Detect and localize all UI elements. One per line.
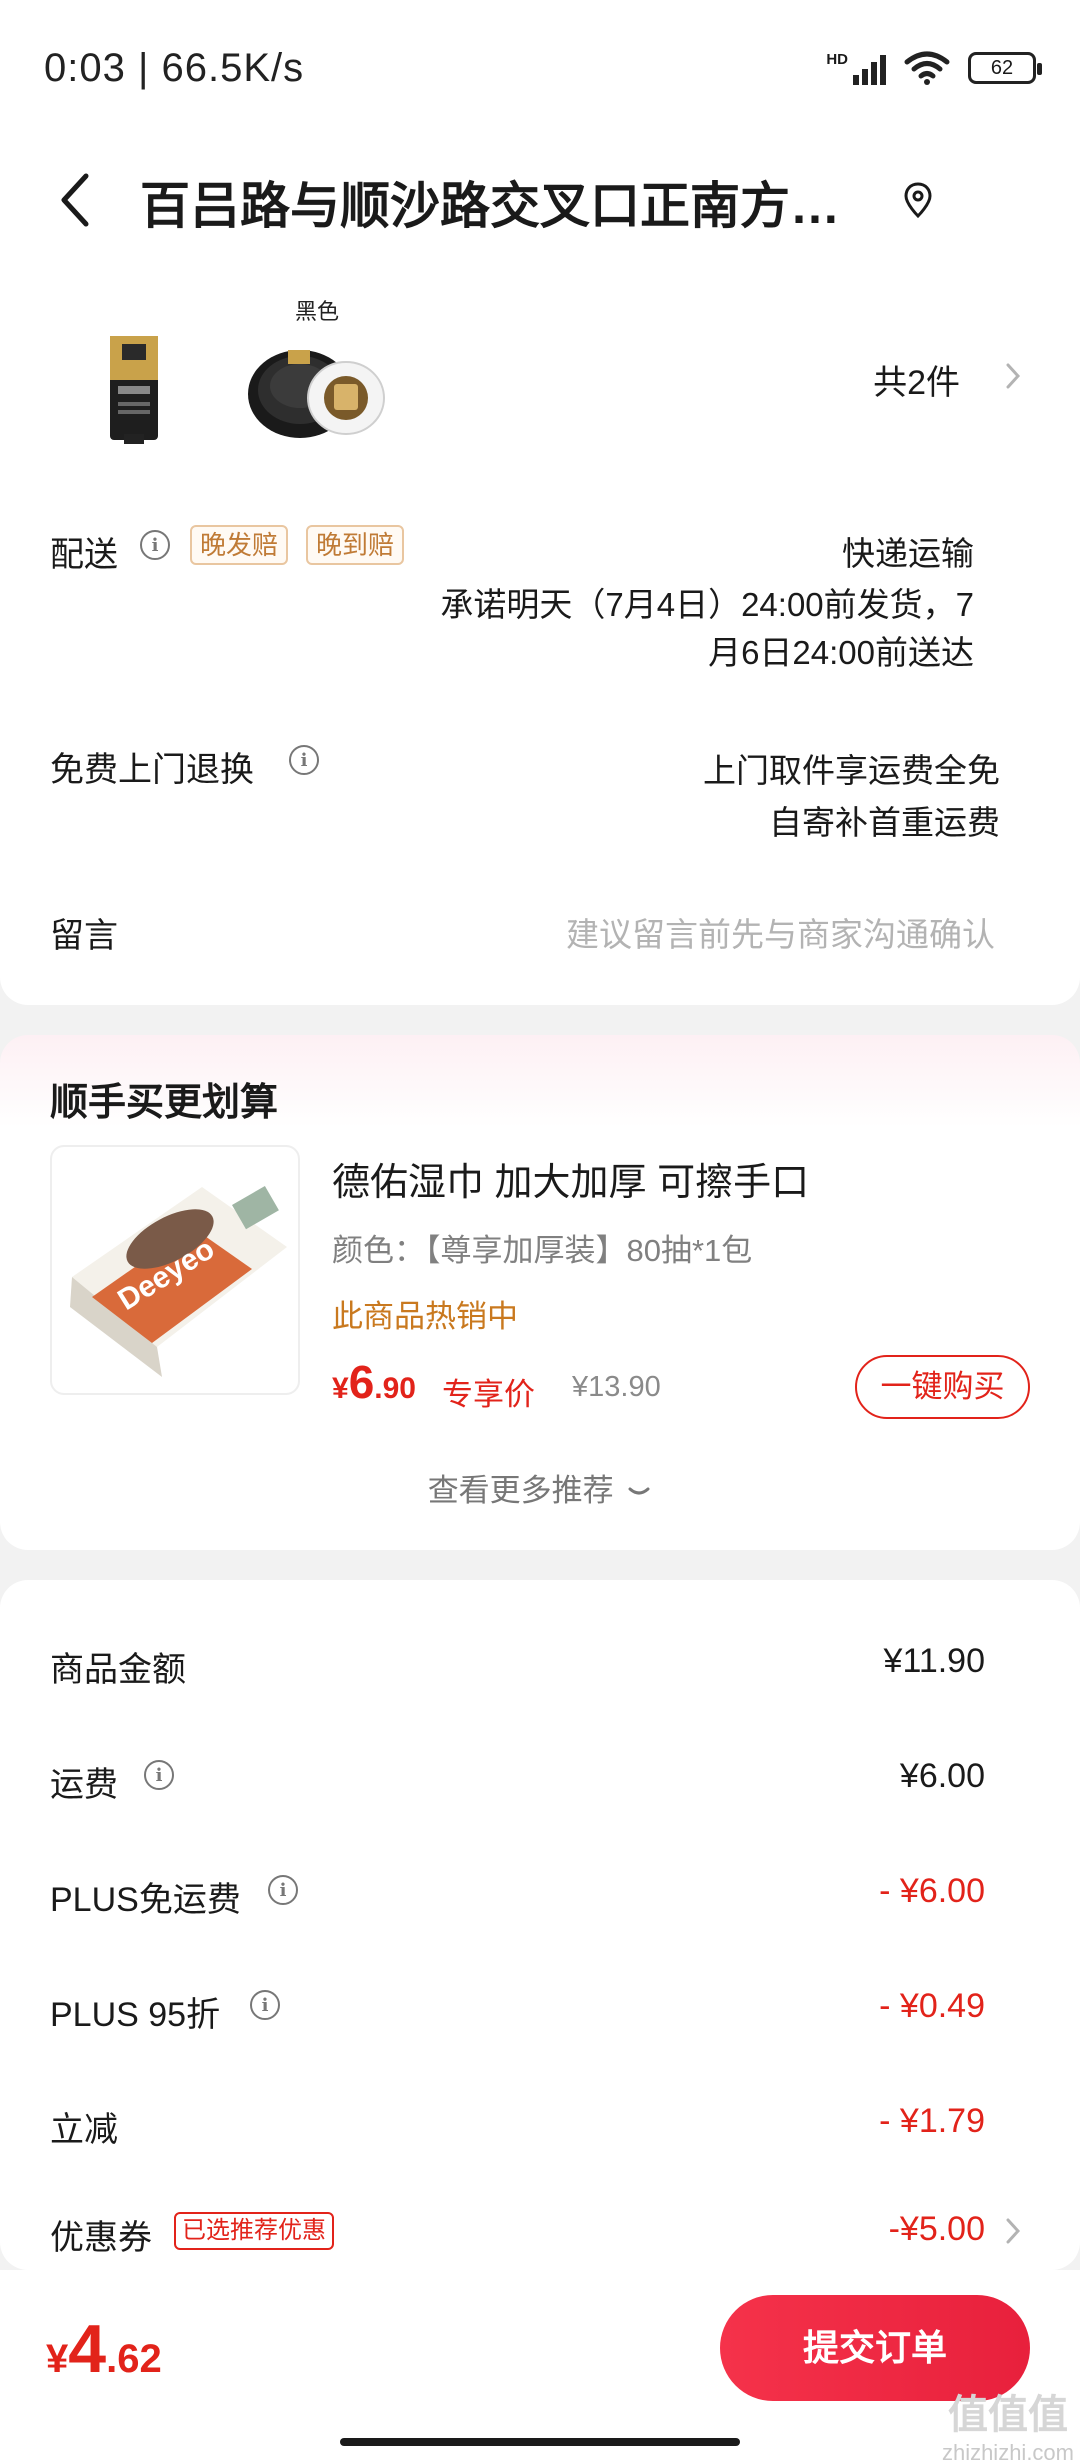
- original-price: ¥13.90: [572, 1371, 661, 1403]
- product-thumbnail-shoe-cream-tube[interactable]: [60, 312, 210, 462]
- delivery-info-icon[interactable]: i: [140, 530, 170, 560]
- free-return-label: 免费上门退换: [50, 751, 254, 789]
- delivery-label: 配送: [50, 536, 118, 574]
- delivery-address[interactable]: 百吕路与顺沙路交叉口正南方…: [140, 166, 860, 238]
- item-count[interactable]: 共2件: [873, 355, 960, 404]
- view-more-label: 查看更多推荐: [427, 1473, 614, 1508]
- coupon-label: 优惠券: [50, 2219, 152, 2257]
- price-summary-card: 商品金额 ¥11.90 运费 i ¥6.00 PLUS免运费 i - ¥6.00…: [0, 1580, 1080, 2270]
- battery-icon: 62: [968, 52, 1042, 84]
- free-return-line1: 上门取件享运费全免: [703, 752, 1000, 789]
- exclusive-price-label: 专享价: [442, 1377, 535, 1412]
- message-label: 留言: [50, 917, 118, 955]
- recommended-product-name[interactable]: 德佑湿巾 加大加厚 可擦手口: [332, 1151, 809, 1206]
- status-icons: HD 62: [826, 48, 1042, 88]
- plus-discount-label: PLUS 95折: [50, 1996, 221, 2034]
- hot-selling-label: 此商品热销中: [332, 1299, 518, 1334]
- location-pin-icon[interactable]: [902, 180, 934, 220]
- product-image-tube: [110, 336, 158, 444]
- free-return-line2: 自寄补首重运费: [769, 804, 1000, 841]
- watermark-text: zhizhizhi.com: [941, 2440, 1074, 2460]
- plus-free-shipping-info-icon[interactable]: i: [268, 1875, 298, 1905]
- delivery-promise-line2: 月6日24:00前送达: [708, 634, 974, 671]
- chevron-right-icon[interactable]: [1005, 362, 1021, 390]
- recommended-product-image[interactable]: Deeyeo: [50, 1145, 300, 1395]
- plus-free-shipping-label: PLUS免运费: [50, 1881, 241, 1919]
- site-watermark: 值值值 zhizhizhi.com: [942, 2382, 1074, 2460]
- view-more-recommendations[interactable]: 查看更多推荐: [0, 1465, 1080, 1510]
- plus-free-shipping-value: - ¥6.00: [879, 1872, 985, 1910]
- wet-wipes-package-image: Deeyeo: [70, 1186, 287, 1377]
- one-click-buy-button[interactable]: 一键购买: [855, 1355, 1030, 1419]
- status-bar: 0:03 | 66.5K/s HD 62: [0, 0, 1080, 130]
- home-indicator[interactable]: [340, 2438, 740, 2446]
- message-input[interactable]: 建议留言前先与商家沟通确认: [566, 908, 995, 956]
- recommended-product-spec: 颜色：【尊享加厚装】80抽*1包: [332, 1233, 753, 1268]
- instant-discount-label: 立减: [50, 2111, 118, 2149]
- late-arrival-compensation-tag: 晚到赔: [306, 525, 405, 565]
- hd-signal-icon: HD: [826, 51, 886, 85]
- coupon-value[interactable]: -¥5.00: [889, 2210, 985, 2249]
- goods-amount-label: 商品金额: [50, 1651, 186, 1689]
- free-return-info-icon[interactable]: i: [289, 745, 319, 775]
- recommendation-card: 顺手买更划算 Deeyeo 德佑湿巾 加大加厚 可擦手口 颜色：【尊享加厚装】8…: [0, 1035, 1080, 1550]
- plus-discount-value: - ¥0.49: [879, 1987, 985, 2025]
- back-arrow-icon[interactable]: [56, 170, 92, 230]
- coupon-recommended-tag: 已选推荐优惠: [174, 2212, 334, 2250]
- recommended-price: ¥6.90: [332, 1356, 416, 1408]
- wifi-icon: [904, 51, 950, 85]
- battery-level: 62: [990, 56, 1014, 79]
- watermark-logo-icon: 值值值: [947, 2393, 1068, 2437]
- freight-info-icon[interactable]: i: [144, 1760, 174, 1790]
- hd-label: HD: [826, 51, 848, 68]
- address-header: 百吕路与顺沙路交叉口正南方…: [0, 130, 1080, 280]
- product-thumbnail-shoe-polish-tin[interactable]: [240, 312, 390, 462]
- goods-amount-value: ¥11.90: [883, 1642, 985, 1680]
- chevron-down-icon: [628, 1487, 650, 1495]
- delivery-method[interactable]: 快递运输: [842, 527, 974, 575]
- recommendation-title: 顺手买更划算: [50, 1082, 279, 1124]
- checkout-bar: ¥4.62 提交订单 值值值 zhizhizhi.com: [0, 2270, 1080, 2460]
- order-card: 黑色 共2件 配送 i 晚发赔 晚到赔 快递运输 承诺明天（7月4日）24:00…: [0, 280, 1080, 1005]
- late-ship-compensation-tag: 晚发赔: [190, 525, 289, 565]
- freight-value: ¥6.00: [899, 1757, 985, 1795]
- product-image-tin: [248, 350, 385, 438]
- coupon-chevron-right-icon[interactable]: [1005, 2217, 1021, 2245]
- delivery-promise-line1: 承诺明天（7月4日）24:00前发货，7: [440, 586, 974, 623]
- freight-label: 运费: [50, 1766, 118, 1804]
- instant-discount-value: - ¥1.79: [879, 2102, 985, 2140]
- status-time: 0:03 | 66.5K/s: [44, 46, 305, 90]
- total-price: ¥4.62: [46, 2311, 162, 2387]
- plus-discount-info-icon[interactable]: i: [250, 1990, 280, 2020]
